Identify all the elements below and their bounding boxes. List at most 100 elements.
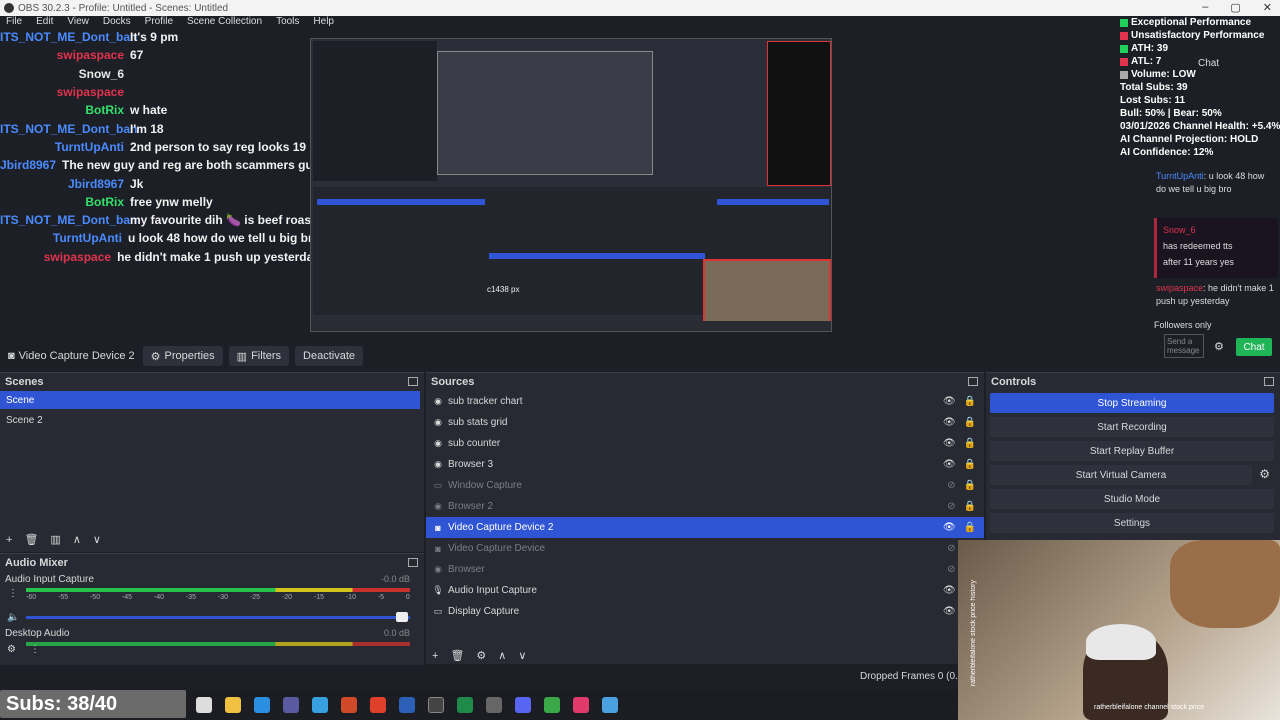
eye-icon[interactable]: 👁 bbox=[943, 459, 956, 470]
source-item[interactable]: ◉ Browser 2 ⊘ 🔒 bbox=[426, 496, 984, 517]
filter-icon[interactable]: ▥ bbox=[50, 533, 60, 546]
hidden-eye-icon[interactable]: ⊘ bbox=[947, 480, 955, 491]
start-virtual-camera-button[interactable]: Start Virtual Camera bbox=[990, 465, 1252, 485]
meter-tick-label: -60 bbox=[26, 594, 37, 601]
app-icon[interactable] bbox=[486, 697, 502, 713]
obs-icon[interactable] bbox=[428, 697, 444, 713]
lock-icon[interactable]: 🔒 bbox=[964, 396, 976, 407]
xbox-icon[interactable] bbox=[457, 697, 473, 713]
add-icon[interactable]: + bbox=[6, 534, 12, 546]
chat-settings-icon[interactable]: ⚙ bbox=[1214, 340, 1224, 353]
source-item[interactable]: ◙Video Capture Device⊘🔒 bbox=[426, 538, 984, 559]
eye-icon[interactable]: 👁 bbox=[943, 396, 956, 407]
source-type-icon: ◉ bbox=[434, 438, 442, 448]
up-arrow-icon[interactable]: ∧ bbox=[73, 533, 81, 546]
undock-icon[interactable] bbox=[968, 377, 978, 386]
up-arrow-icon[interactable]: ∧ bbox=[498, 649, 506, 662]
browser-icon[interactable] bbox=[312, 697, 328, 713]
subs-counter-badge: Subs: 38/40 bbox=[0, 690, 186, 718]
tool-icon[interactable] bbox=[602, 697, 618, 713]
source-name: Display Capture bbox=[448, 606, 520, 617]
gear-icon[interactable]: ⚙ bbox=[7, 644, 16, 655]
source-item[interactable]: ▭Display Capture👁🔒 bbox=[426, 601, 984, 622]
folder-icon[interactable] bbox=[225, 697, 241, 713]
powerpoint-icon[interactable] bbox=[341, 697, 357, 713]
menu-dots-icon[interactable]: ⋮ bbox=[30, 644, 40, 655]
studio-mode-button[interactable]: Studio Mode bbox=[990, 489, 1274, 509]
chat-username: TurntUpAnti bbox=[54, 139, 124, 154]
volume-slider-handle[interactable] bbox=[396, 612, 408, 622]
discord-icon[interactable] bbox=[515, 697, 531, 713]
hidden-eye-icon[interactable]: ⊘ bbox=[947, 564, 955, 575]
chat-username[interactable]: Snow_6 bbox=[1163, 225, 1196, 235]
word-icon[interactable] bbox=[399, 697, 415, 713]
lock-icon[interactable]: 🔒 bbox=[964, 522, 976, 533]
volume-slider[interactable] bbox=[26, 616, 410, 619]
source-item[interactable]: 🎙Audio Input Capture👁🔒 bbox=[426, 580, 984, 601]
chat-username[interactable]: swipaspace bbox=[1156, 283, 1203, 293]
explorer-icon[interactable] bbox=[196, 697, 212, 713]
hidden-eye-icon[interactable]: ⊘ bbox=[947, 543, 955, 554]
lock-icon[interactable]: 🔒 bbox=[964, 417, 976, 428]
chat-message: swipaspace: he didn't make 1 push up yes… bbox=[1156, 283, 1274, 306]
eye-icon[interactable]: 👁 bbox=[943, 606, 956, 617]
trash-icon[interactable]: 🗑 bbox=[24, 533, 38, 546]
chrome-alt-icon[interactable] bbox=[544, 697, 560, 713]
source-item[interactable]: ▭ Window Capture ⊘ 🔒 bbox=[426, 475, 984, 496]
start-recording-button[interactable]: Start Recording bbox=[990, 417, 1274, 437]
add-icon[interactable]: + bbox=[432, 650, 438, 662]
scene-item[interactable]: Scene 2 bbox=[0, 409, 424, 431]
chat-username[interactable]: TurntUpAnti bbox=[1156, 171, 1204, 181]
chat-username: ITS_NOT_ME_Dont_ban bbox=[0, 121, 138, 136]
stop-streaming-button[interactable]: Stop Streaming bbox=[990, 393, 1274, 413]
chrome-icon[interactable] bbox=[370, 697, 386, 713]
source-item[interactable]: ◉ Browser 3 👁 🔒 bbox=[426, 454, 984, 475]
pin-icon[interactable] bbox=[573, 697, 589, 713]
eye-icon[interactable]: 👁 bbox=[943, 522, 956, 533]
edge-icon[interactable] bbox=[254, 697, 270, 713]
source-item[interactable]: ◙ Video Capture Device 2 👁 🔒 bbox=[426, 517, 984, 538]
lock-icon[interactable]: 🔒 bbox=[964, 501, 976, 512]
webcam-caption: ratherbleifalone channel stock price bbox=[1094, 704, 1205, 711]
chat-line: ITS_NOT_ME_Dont_ban I'm 18 bbox=[0, 119, 320, 137]
controls-dock: Controls Stop Streaming Start Recording … bbox=[986, 372, 1280, 540]
maximize-icon[interactable]: ▢ bbox=[1230, 1, 1240, 14]
speaker-icon[interactable]: 🔈 bbox=[7, 612, 19, 623]
source-type-icon: 🎙 bbox=[432, 585, 444, 595]
settings-button[interactable]: Settings bbox=[990, 513, 1274, 533]
undock-icon[interactable] bbox=[408, 558, 418, 567]
close-icon[interactable]: ✕ bbox=[1263, 1, 1272, 14]
store-icon[interactable] bbox=[283, 697, 299, 713]
lock-icon[interactable]: 🔒 bbox=[964, 459, 976, 470]
chat-line: ITS_NOT_ME_Dont_ban my favourite dih 🍆 is… bbox=[0, 211, 384, 229]
properties-button[interactable]: ⚙ Properties bbox=[142, 346, 223, 366]
send-message-input[interactable]: Send a message bbox=[1164, 334, 1204, 358]
chat-message-text: free ynw melly bbox=[130, 194, 213, 209]
chat-send-button[interactable]: Chat bbox=[1236, 338, 1272, 356]
trash-icon[interactable]: 🗑 bbox=[450, 649, 464, 662]
scene-item[interactable]: Scene bbox=[0, 391, 420, 409]
eye-icon[interactable]: 👁 bbox=[943, 585, 956, 596]
source-item[interactable]: ◉Browser⊘🔒 bbox=[426, 559, 984, 580]
source-item[interactable]: ◉ sub tracker chart 👁 🔒 bbox=[426, 391, 984, 412]
lock-icon[interactable]: 🔒 bbox=[964, 480, 976, 491]
source-item[interactable]: ◉ sub counter 👁 🔒 bbox=[426, 433, 984, 454]
undock-icon[interactable] bbox=[408, 377, 418, 386]
start-replay-buffer-button[interactable]: Start Replay Buffer bbox=[990, 441, 1274, 461]
virtual-camera-settings-icon[interactable]: ⚙ bbox=[1259, 467, 1270, 481]
down-arrow-icon[interactable]: ∨ bbox=[518, 649, 526, 662]
lock-icon[interactable]: 🔒 bbox=[964, 438, 976, 449]
deactivate-button[interactable]: Deactivate bbox=[295, 346, 363, 366]
filters-button[interactable]: ▥ Filters bbox=[228, 346, 290, 366]
preview-canvas[interactable]: c1438 px bbox=[310, 38, 832, 332]
hidden-eye-icon[interactable]: ⊘ bbox=[947, 501, 955, 512]
minimize-icon[interactable]: – bbox=[1202, 1, 1208, 14]
eye-icon[interactable]: 👁 bbox=[943, 417, 956, 428]
menu-dots-icon[interactable]: ⋮ bbox=[8, 588, 18, 599]
eye-icon[interactable]: 👁 bbox=[943, 438, 956, 449]
gear-icon[interactable]: ⚙ bbox=[476, 649, 486, 662]
down-arrow-icon[interactable]: ∨ bbox=[93, 533, 101, 546]
undock-icon[interactable] bbox=[1264, 377, 1274, 386]
source-item[interactable]: ◉ sub stats grid 👁 🔒 bbox=[426, 412, 984, 433]
volume-meter bbox=[26, 588, 410, 592]
